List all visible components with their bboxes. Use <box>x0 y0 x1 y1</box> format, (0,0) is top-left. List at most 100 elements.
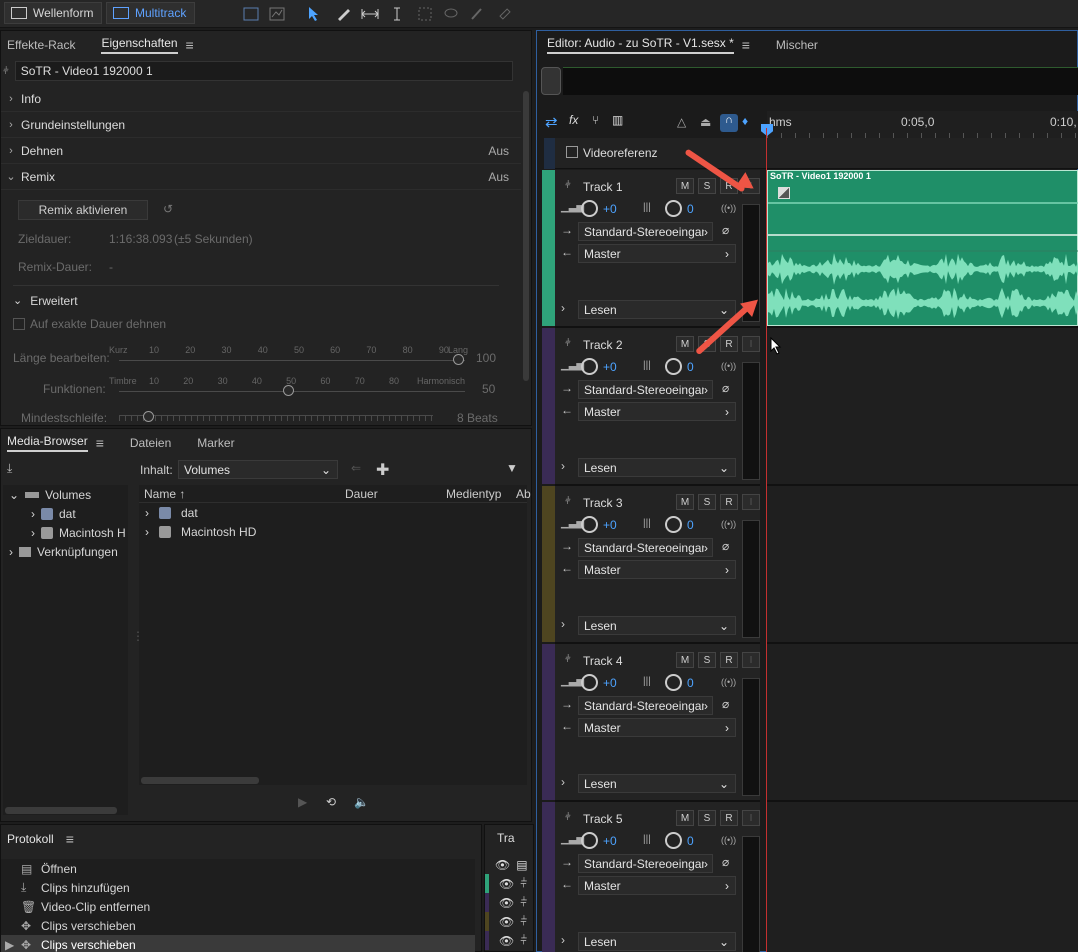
mini-track-row[interactable]: 👁 ⫩ <box>485 912 533 931</box>
tab-mixer[interactable]: Mischer <box>776 38 818 52</box>
column-duration[interactable]: Dauer <box>345 487 378 501</box>
time-ruler[interactable]: hms 0:05,0 0:10, <box>767 111 1078 139</box>
panel-menu-icon[interactable]: ≡ <box>96 435 104 451</box>
eye-icon[interactable]: 👁 <box>499 877 514 891</box>
tab-effects-rack[interactable]: Effekte-Rack <box>7 38 75 52</box>
history-item[interactable]: ▤ Öffnen <box>1 859 475 878</box>
section-remix[interactable]: ⌄ Remix Aus <box>1 164 521 190</box>
time-selection-tool-icon[interactable] <box>387 4 407 24</box>
track-name[interactable]: Track 4 <box>583 654 623 668</box>
exact-duration-checkbox-row[interactable]: Auf exakte Dauer dehnen <box>13 317 166 331</box>
monitor-input-button[interactable]: I <box>742 494 760 510</box>
volume-knob[interactable] <box>581 358 598 375</box>
track-name[interactable]: Track 5 <box>583 812 623 826</box>
mini-track-row[interactable]: 👁 ⫩ <box>485 931 533 950</box>
volume-knob[interactable] <box>581 674 598 691</box>
min-loop-slider[interactable] <box>119 411 433 422</box>
phase-invert-icon[interactable]: ⌀ <box>722 223 729 237</box>
mini-track-row[interactable]: 👁 ▤ <box>485 855 533 874</box>
volume-value[interactable]: +0 <box>603 360 617 374</box>
metronome-icon[interactable]: △ <box>677 115 686 129</box>
mute-button[interactable]: M <box>676 652 694 668</box>
output-dropdown[interactable]: Master › <box>578 876 736 895</box>
mute-button[interactable]: M <box>676 178 694 194</box>
record-arm-button[interactable]: R <box>720 810 738 826</box>
panel-menu-icon[interactable]: ≡ <box>742 37 750 53</box>
waveform-mode-button[interactable]: Wellenform <box>4 2 103 24</box>
volume-knob[interactable] <box>581 832 598 849</box>
stereo-icon[interactable]: ((•)) <box>721 361 736 371</box>
slip-tool-icon[interactable] <box>360 4 380 24</box>
scrollbar[interactable] <box>523 91 529 381</box>
tab-files[interactable]: Dateien <box>130 436 171 450</box>
brush-tool-icon[interactable] <box>467 4 487 24</box>
stereo-icon[interactable]: ((•)) <box>721 677 736 687</box>
tab-history[interactable]: Protokoll <box>7 832 54 846</box>
lasso-tool-icon[interactable] <box>441 4 461 24</box>
pan-knob[interactable] <box>665 200 682 217</box>
history-item[interactable]: 🗑 Video-Clip entfernen <box>1 897 475 916</box>
advanced-section[interactable]: ⌄ Erweitert <box>13 294 78 308</box>
loop-icon[interactable]: ⟲ <box>326 795 336 809</box>
remix-enable-button[interactable]: Remix aktivieren <box>18 200 148 220</box>
eye-icon[interactable]: 👁 <box>499 915 514 929</box>
chevron-right-icon[interactable]: › <box>561 933 565 947</box>
razor-tool-icon[interactable] <box>334 4 354 24</box>
chevron-right-icon[interactable]: › <box>561 459 565 473</box>
tab-properties[interactable]: Eigenschaften <box>101 36 178 54</box>
file-row[interactable]: › Macintosh HD <box>139 522 527 541</box>
volume-value[interactable]: +0 <box>603 202 617 216</box>
audio-clip[interactable]: SoTR - Video1 192000 1 <box>767 170 1078 326</box>
section-stretch[interactable]: › Dehnen Aus <box>1 138 521 164</box>
tree-item-macintosh[interactable]: › Macintosh H <box>3 523 128 542</box>
filter-icon[interactable]: ▼ <box>506 461 518 475</box>
eye-icon[interactable]: 👁 <box>499 934 514 948</box>
zoom-navigator-handle[interactable] <box>541 67 561 95</box>
input-dropdown[interactable]: Standard-Stereoeingang › <box>578 854 713 873</box>
track-name[interactable]: Track 2 <box>583 338 623 352</box>
add-shortcut-icon[interactable]: ✚ <box>376 460 389 480</box>
pan-value[interactable]: 0 <box>687 360 694 374</box>
pitch-view-icon[interactable] <box>267 4 287 24</box>
eye-icon[interactable]: 👁 <box>499 896 514 910</box>
pan-value[interactable]: 0 <box>687 202 694 216</box>
volume-knob[interactable] <box>581 200 598 217</box>
pan-knob[interactable] <box>665 358 682 375</box>
output-dropdown[interactable]: Master › <box>578 402 736 421</box>
volume-value[interactable]: +0 <box>603 834 617 848</box>
sync-icon[interactable]: ⇄ <box>545 113 558 131</box>
tab-editor[interactable]: Editor: Audio - zu SoTR - V1.sesx * <box>547 36 734 54</box>
monitor-input-button[interactable]: I <box>742 336 760 352</box>
automation-mode-dropdown[interactable]: Lesen ⌄ <box>578 774 736 793</box>
pan-value[interactable]: 0 <box>687 834 694 848</box>
import-icon[interactable]: ⤓ <box>7 461 12 476</box>
move-tool-icon[interactable] <box>305 4 325 24</box>
column-media-type[interactable]: Medientyp <box>446 487 501 501</box>
section-info[interactable]: › Info <box>1 86 521 112</box>
phase-invert-icon[interactable]: ⌀ <box>722 697 729 711</box>
slider-handle[interactable] <box>143 411 154 422</box>
slider-handle[interactable] <box>453 354 464 365</box>
tree-item-dat[interactable]: › dat <box>3 504 128 523</box>
automation-mode-dropdown[interactable]: Lesen ⌄ <box>578 300 736 319</box>
phase-invert-icon[interactable]: ⌀ <box>722 855 729 869</box>
automation-mode-dropdown[interactable]: Lesen ⌄ <box>578 458 736 477</box>
record-arm-button[interactable]: R <box>720 652 738 668</box>
mute-button[interactable]: M <box>676 810 694 826</box>
record-arm-button[interactable]: R <box>720 336 738 352</box>
play-icon[interactable]: ▶ <box>298 795 307 809</box>
volume-value[interactable]: +0 <box>603 676 617 690</box>
checkbox[interactable] <box>13 318 25 330</box>
mute-button[interactable]: M <box>676 494 694 510</box>
output-dropdown[interactable]: Master › <box>578 244 736 263</box>
automation-mode-dropdown[interactable]: Lesen ⌄ <box>578 616 736 635</box>
eye-icon[interactable]: 👁 <box>495 858 510 872</box>
clip-name-field[interactable]: SoTR - Video1 192000 1 <box>14 61 513 81</box>
slider-handle[interactable] <box>283 385 294 396</box>
reset-icon[interactable]: ↺ <box>163 202 173 216</box>
chevron-right-icon[interactable]: › <box>561 617 565 631</box>
record-arm-button[interactable]: R <box>720 494 738 510</box>
tree-item-volumes[interactable]: ⌄ Volumes <box>3 485 128 504</box>
panel-menu-icon[interactable]: ≡ <box>186 37 194 53</box>
fx-icon[interactable]: fx <box>569 113 578 127</box>
